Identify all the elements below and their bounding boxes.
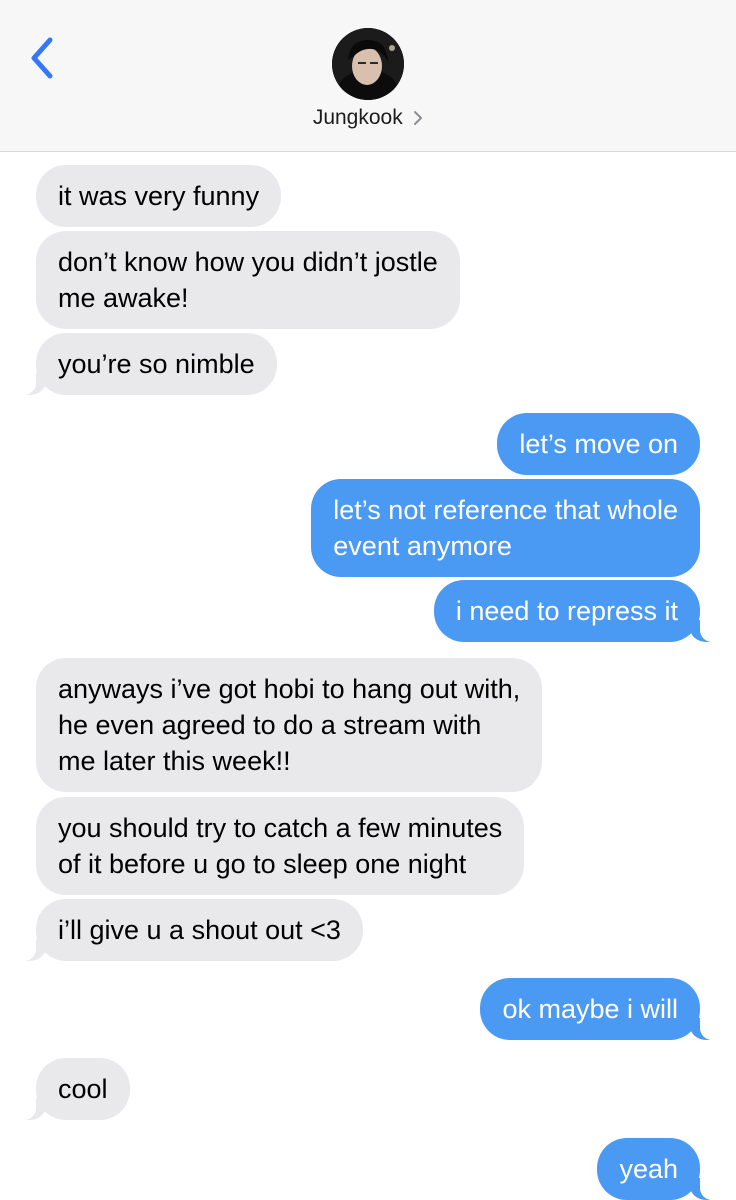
messages-screen: Jungkook it was very funny don’t know ho… (0, 0, 736, 1200)
contact-details-button[interactable]: Jungkook (0, 106, 736, 130)
message-bubble-incoming[interactable]: anyways i’ve got hobi to hang out with, … (36, 658, 543, 792)
message-bubble-outgoing[interactable]: yeah (597, 1138, 700, 1200)
bubble-tail (16, 935, 46, 961)
message-bubble-incoming[interactable]: you’re so nimble (36, 333, 277, 395)
message-bubble-incoming[interactable]: it was very funny (36, 165, 282, 227)
message-bubble-incoming[interactable]: i’ll give u a shout out <3 (36, 899, 363, 961)
chevron-left-icon (31, 37, 53, 79)
message-bubble-outgoing[interactable]: ok maybe i will (480, 978, 700, 1040)
bubble-tail (690, 1174, 720, 1200)
message-bubble-outgoing[interactable]: i need to repress it (433, 580, 700, 642)
bubble-tail (690, 1014, 720, 1040)
bubble-tail (16, 1094, 46, 1120)
message-bubble-incoming[interactable]: you should try to catch a few minutes of… (36, 797, 525, 895)
bubble-tail (690, 616, 720, 642)
conversation-header: Jungkook (0, 0, 736, 152)
back-button[interactable] (26, 34, 60, 82)
contact-name: Jungkook (312, 106, 403, 129)
message-bubble-outgoing[interactable]: let’s move on (497, 413, 700, 475)
message-bubble-incoming[interactable]: cool (36, 1058, 130, 1120)
avatar-photo (332, 28, 404, 100)
avatar[interactable] (332, 28, 404, 100)
bubble-tail (16, 369, 46, 395)
message-bubble-outgoing[interactable]: let’s not reference that whole event any… (311, 479, 700, 577)
chevron-right-icon (414, 111, 423, 125)
message-bubble-incoming[interactable]: don’t know how you didn’t jostle me awak… (36, 231, 460, 329)
